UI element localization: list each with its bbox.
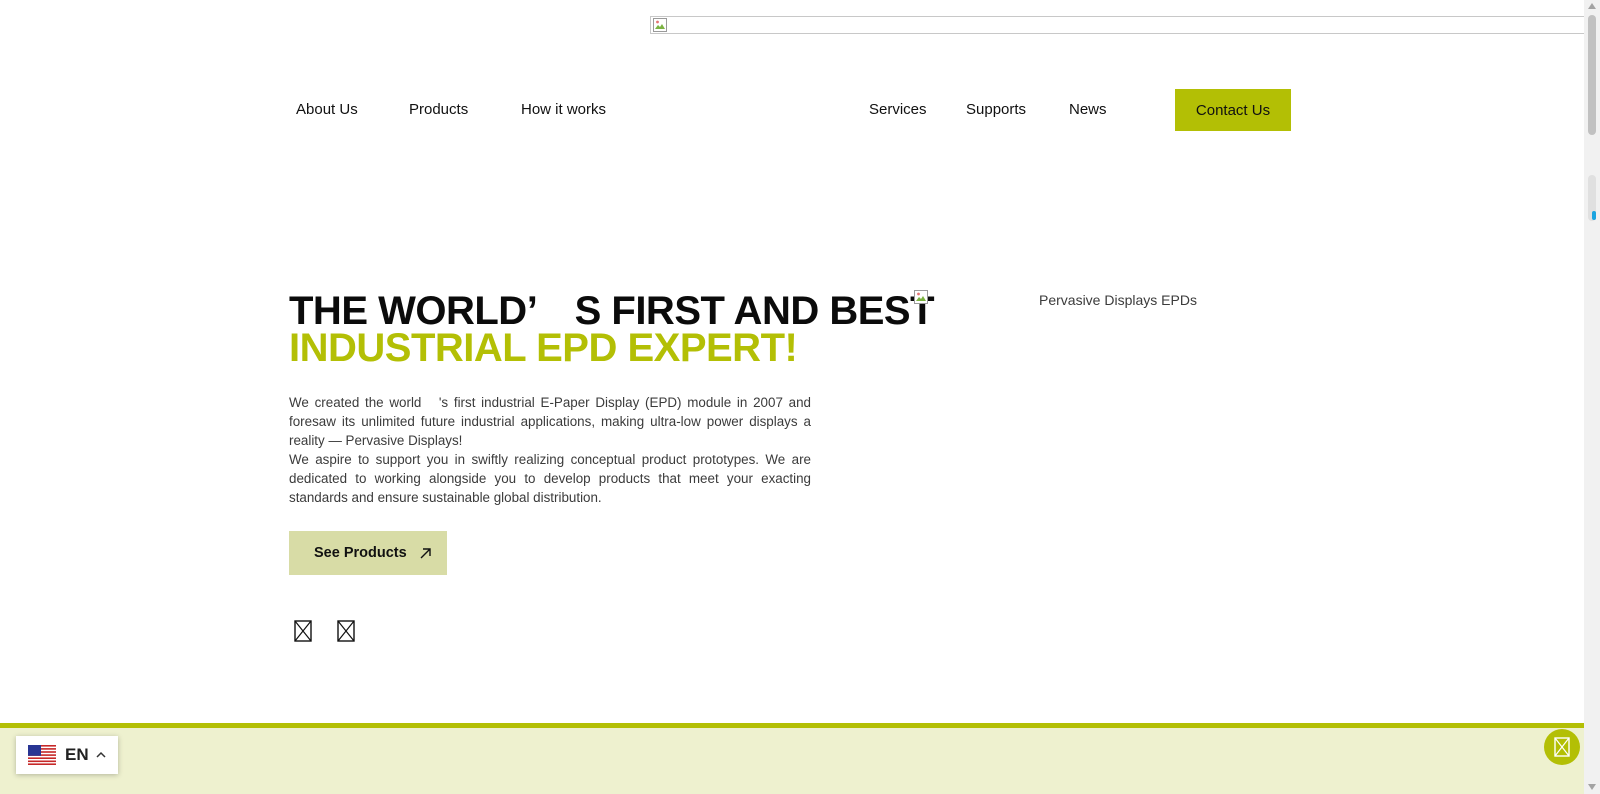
broken-image-icon <box>653 18 667 32</box>
hero-description: We created the world 's first industrial… <box>289 393 811 507</box>
next-section-band <box>0 723 1584 794</box>
language-code: EN <box>65 745 89 764</box>
social-icon-1[interactable] <box>294 620 312 642</box>
broken-image-icon <box>914 290 928 304</box>
hero-title-line1: THE WORLD’ S FIRST AND BEST <box>289 289 935 333</box>
vertical-scrollbar[interactable] <box>1584 0 1600 794</box>
us-flag-icon <box>28 745 56 765</box>
missing-glyph-icon <box>1554 737 1570 757</box>
language-selector[interactable]: EN <box>16 736 118 774</box>
hero-image: Pervasive Displays EPDs <box>914 290 1294 590</box>
hero-paragraph-2: We aspire to support you in swiftly real… <box>289 452 811 505</box>
hero-image-alt-text: Pervasive Displays EPDs <box>1039 292 1197 308</box>
hero-paragraph-1: We created the world 's first industrial… <box>289 395 811 448</box>
floating-action-button[interactable] <box>1544 729 1580 765</box>
site-logo-image[interactable] <box>650 16 1584 34</box>
scroll-up-arrow-icon[interactable] <box>1588 3 1596 9</box>
scrollbar-thumb[interactable] <box>1588 15 1596 135</box>
scrollbar-marker-dot <box>1592 211 1596 220</box>
hero-title: THE WORLD’ S FIRST AND BEST INDUSTRIAL E… <box>289 289 935 370</box>
hero-title-line2: INDUSTRIAL EPD EXPERT! <box>289 326 798 370</box>
nav-news[interactable]: News <box>1069 101 1107 118</box>
arrow-up-right-icon <box>420 547 431 558</box>
page: About Us Products How it works Services … <box>0 0 1584 794</box>
nav-products[interactable]: Products <box>409 101 468 118</box>
nav-about-us[interactable]: About Us <box>296 101 358 118</box>
nav-services[interactable]: Services <box>869 101 927 118</box>
scroll-down-arrow-icon[interactable] <box>1588 784 1596 790</box>
see-products-button[interactable]: See Products <box>289 531 447 575</box>
chevron-up-icon <box>96 751 106 758</box>
nav-how-it-works[interactable]: How it works <box>521 101 606 118</box>
contact-us-button[interactable]: Contact Us <box>1175 89 1291 131</box>
see-products-label: See Products <box>314 545 407 561</box>
social-icon-2[interactable] <box>337 620 355 642</box>
nav-supports[interactable]: Supports <box>966 101 1026 118</box>
